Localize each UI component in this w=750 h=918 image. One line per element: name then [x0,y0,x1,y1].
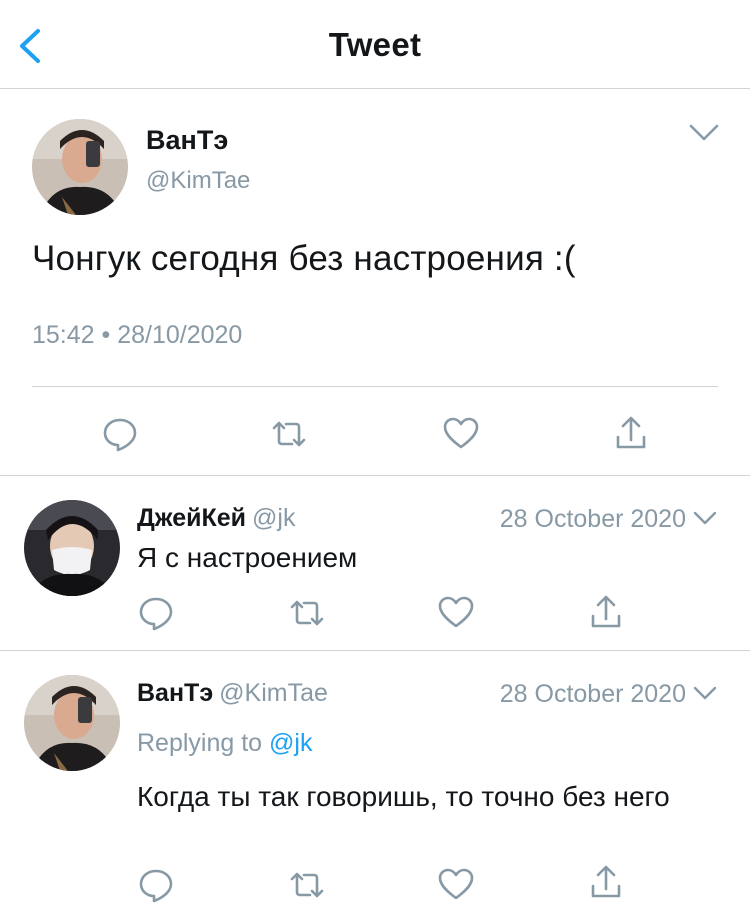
reply-author-handle[interactable]: @KimTae [219,679,328,707]
reply-author-name[interactable]: ДжейКей [137,504,246,532]
share-icon [616,416,646,449]
tweet-timestamp: 15:42 • 28/10/2020 [32,321,243,349]
chevron-down-icon [693,511,717,525]
tweet-text: Чонгук сегодня без настроения :( [32,239,576,278]
like-button[interactable] [437,867,475,901]
tweet-options-button[interactable] [688,123,720,143]
share-button[interactable] [614,415,648,451]
reply-author-handle[interactable]: @jk [252,504,295,532]
retweet-icon [290,600,324,626]
retweet-icon [290,872,324,898]
divider [32,386,718,387]
like-icon [438,596,474,628]
author-name[interactable]: ВанТэ @KimTae [137,679,328,708]
retweet-button[interactable] [288,868,326,902]
reply-icon [103,418,137,452]
reply-text: Я с настроением [137,542,358,573]
reply-text: Когда ты так говоришь, то точно без него [137,781,670,812]
tweet-options-button[interactable] [692,510,718,526]
main-tweet: ВанТэ @KimTae Чонгук сегодня без настрое… [0,89,750,476]
share-button[interactable] [589,864,623,900]
mention-link[interactable]: @jk [269,729,312,757]
reply-button[interactable] [101,415,139,453]
share-button[interactable] [589,594,623,630]
avatar[interactable] [24,675,120,771]
share-icon [591,865,621,898]
tweet-options-button[interactable] [692,685,718,701]
avatar-photo [24,675,120,771]
replying-to-label: Replying to [137,729,263,757]
author-name[interactable]: ДжейКей @jk [137,504,295,533]
like-button[interactable] [442,416,480,450]
replying-to: Replying to @jk [137,729,312,758]
like-button[interactable] [437,595,475,629]
share-icon [591,595,621,628]
reply-author-name[interactable]: ВанТэ [137,679,213,707]
page-title: Tweet [328,26,422,63]
retweet-icon [272,421,306,447]
chevron-down-icon [689,124,719,141]
retweet-button[interactable] [270,417,308,451]
retweet-button[interactable] [288,596,326,630]
reply-date: 28 October 2020 [499,505,686,533]
avatar-photo [32,119,128,215]
author-handle[interactable]: @KimTae [146,167,250,195]
author-name[interactable]: ВанТэ [146,125,228,156]
reply-icon [139,597,173,631]
reply-icon [139,869,173,903]
reply-tweet[interactable]: ВанТэ @KimTae 28 October 2020 Replying to… [0,651,750,918]
avatar[interactable] [32,119,128,215]
avatar-photo [24,500,120,596]
reply-tweet[interactable]: ДжейКей @jk 28 October 2020 Я с настроени… [0,476,750,651]
reply-button[interactable] [137,594,175,632]
chevron-down-icon [693,686,717,700]
top-bar: Tweet [0,0,750,89]
like-icon [443,417,479,449]
reply-button[interactable] [137,866,175,904]
reply-date: 28 October 2020 [499,680,686,708]
avatar[interactable] [24,500,120,596]
like-icon [438,868,474,900]
